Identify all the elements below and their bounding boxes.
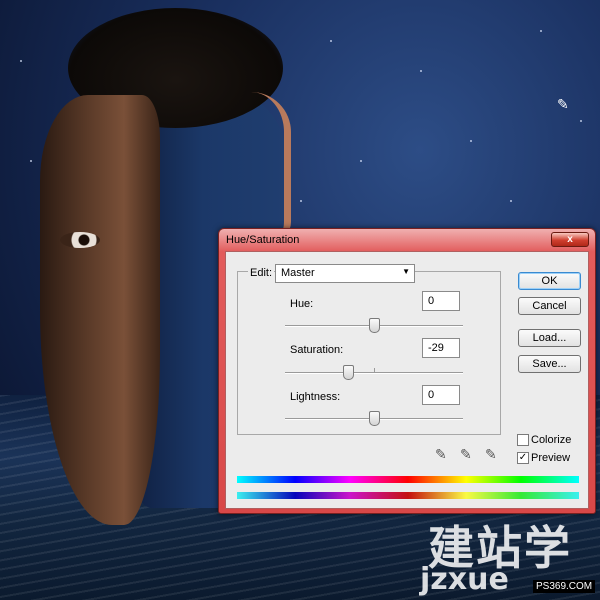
preview-label: Preview (531, 452, 571, 464)
dialog-body: Edit: Master ▼ Hue: 0 Saturation: -29 Li… (225, 251, 589, 509)
star (20, 60, 22, 62)
hue-slider-thumb[interactable] (369, 318, 380, 333)
input-spectrum-bar (237, 476, 579, 483)
saturation-slider-track[interactable] (285, 372, 463, 374)
watermark-site: PS369.COM (533, 580, 596, 593)
star (330, 40, 332, 42)
cancel-button[interactable]: Cancel (518, 297, 581, 315)
lightness-label: Lightness: (290, 391, 341, 403)
star (510, 200, 512, 202)
eyedropper-minus-icon[interactable]: ✎ (485, 446, 497, 463)
checkmark-icon: ✓ (518, 452, 528, 463)
star (420, 70, 422, 72)
saturation-center-tick (374, 368, 375, 372)
lightness-slider-thumb[interactable] (369, 411, 380, 426)
watermark-domain: jzxue (420, 562, 509, 597)
dialog-titlebar[interactable]: Hue/Saturation x (219, 229, 595, 251)
save-button[interactable]: Save... (518, 355, 581, 373)
saturation-slider-thumb[interactable] (343, 365, 355, 380)
ok-button[interactable]: OK (518, 272, 581, 290)
saturation-input[interactable]: -29 (422, 338, 460, 358)
hue-value: 0 (428, 295, 435, 307)
preview-checkbox[interactable]: ✓ (517, 452, 529, 464)
star (540, 30, 542, 32)
hue-saturation-dialog: Hue/Saturation x Edit: Master ▼ Hue: 0 S… (218, 228, 596, 514)
output-spectrum-bar (237, 492, 579, 499)
close-button[interactable]: x (551, 232, 589, 247)
edit-select-value: Master (281, 267, 315, 279)
dialog-title: Hue/Saturation (226, 234, 300, 246)
colorize-label: Colorize (531, 434, 572, 446)
edit-label: Edit: (248, 267, 275, 279)
close-icon: x (567, 234, 573, 245)
eyedropper-icon[interactable]: ✎ (435, 446, 447, 463)
star (300, 200, 302, 202)
edit-select[interactable]: Master ▼ (275, 264, 415, 283)
eyedropper-cursor-icon: ✎ (557, 96, 569, 112)
star (470, 140, 472, 142)
star (30, 160, 32, 162)
chevron-down-icon: ▼ (402, 267, 410, 276)
eyedropper-plus-icon[interactable]: ✎ (460, 446, 472, 463)
head-rim (250, 92, 291, 242)
hue-label: Hue: (290, 298, 314, 310)
lightness-value: 0 (428, 389, 435, 401)
colorize-checkbox[interactable] (517, 434, 529, 446)
star (360, 160, 362, 162)
saturation-value: -29 (428, 342, 444, 354)
saturation-label: Saturation: (290, 344, 344, 356)
hue-input[interactable]: 0 (422, 291, 460, 311)
star (580, 120, 582, 122)
eye (60, 232, 100, 248)
load-button[interactable]: Load... (518, 329, 581, 347)
lightness-input[interactable]: 0 (422, 385, 460, 405)
